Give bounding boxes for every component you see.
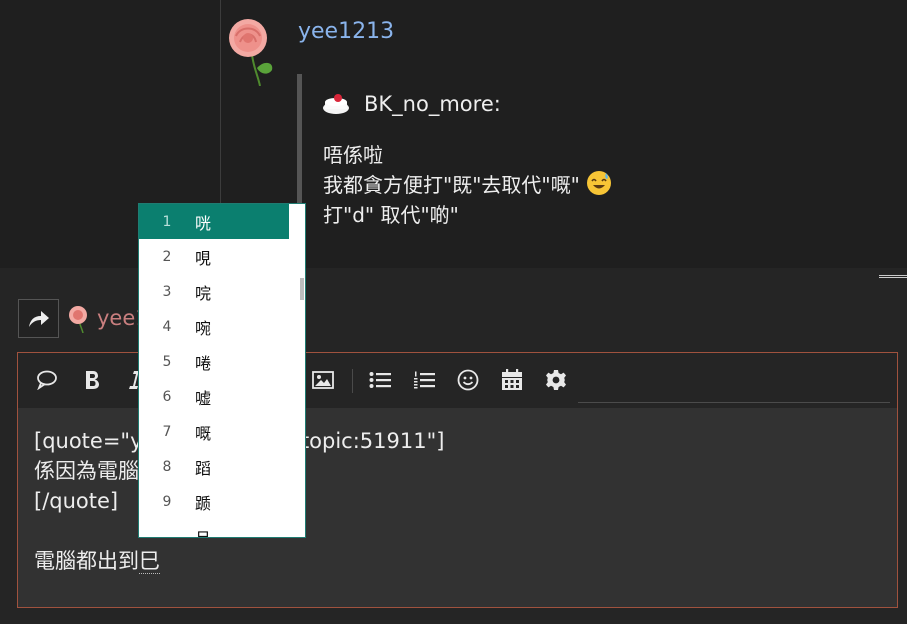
- numbered-list-icon: [414, 371, 435, 389]
- ime-candidate-char: 哯: [195, 248, 212, 268]
- reply-arrow-icon: [28, 310, 49, 327]
- ime-candidate[interactable]: 呂: [139, 519, 289, 538]
- smiley-icon: [457, 369, 479, 391]
- ime-candidate-window: 1咣2哯3唍4啘5啳6嘘7嘅8蹈9踬呂: [138, 203, 306, 538]
- options-button[interactable]: [543, 367, 569, 393]
- bullet-list-icon: [369, 372, 391, 388]
- bold-button[interactable]: [79, 367, 105, 393]
- ime-candidate[interactable]: 5啳: [139, 344, 289, 379]
- sweat-smile-emoji-icon: [587, 171, 612, 195]
- ime-candidate-number: 8: [162, 458, 172, 475]
- ime-candidate[interactable]: 9踬: [139, 484, 289, 519]
- quote-line: 唔係啦: [323, 143, 383, 167]
- ime-candidate-number: 3: [162, 283, 172, 300]
- ime-candidate-char: 啘: [195, 318, 212, 338]
- ime-candidate[interactable]: 7嘅: [139, 414, 289, 449]
- quote-author: BK_no_more:: [364, 92, 501, 116]
- gear-icon: [546, 370, 566, 390]
- post-username[interactable]: yee1213: [298, 19, 394, 44]
- quote-body: 唔係啦 我都貪方便打"既"去取代"嘅" 打"d" 取代"啲": [323, 140, 612, 230]
- quote-line: 打"d" 取代"啲": [323, 203, 459, 227]
- ime-candidate-number: 1: [162, 213, 172, 230]
- ime-composition: 巳: [139, 549, 160, 574]
- quote-button[interactable]: [34, 367, 60, 393]
- ime-candidate-char: 咣: [195, 213, 212, 233]
- quote-line-text: 我都貪方便打"既"去取代"嘅": [323, 173, 580, 197]
- image-button[interactable]: [310, 367, 336, 393]
- quote-block: BK_no_more: 唔係啦 我都貪方便打"既"去取代"嘅" 打"d" 取代"…: [297, 74, 902, 236]
- chat-bubble-icon: [37, 370, 57, 390]
- ime-candidate[interactable]: 4啘: [139, 309, 289, 344]
- thread-line: [220, 0, 221, 215]
- bullet-list-button[interactable]: [367, 367, 393, 393]
- ime-candidate-char: 踬: [195, 493, 212, 513]
- bold-icon: [86, 371, 99, 389]
- ime-candidate-char: 唍: [195, 283, 212, 303]
- image-icon: [312, 371, 334, 389]
- ime-candidate-char: 嘅: [195, 423, 212, 443]
- ime-candidate[interactable]: 2哯: [139, 239, 289, 274]
- quote-line: 我都貪方便打"既"去取代"嘅": [323, 170, 612, 200]
- ime-candidate[interactable]: 6嘘: [139, 379, 289, 414]
- separator: [879, 275, 907, 278]
- calendar-icon: [502, 369, 522, 390]
- ime-candidate[interactable]: 1咣: [139, 204, 289, 239]
- ime-candidate-char: 蹈: [195, 458, 212, 478]
- ime-candidate-number: 9: [162, 493, 172, 510]
- numbered-list-button[interactable]: [411, 367, 437, 393]
- editor-line: 電腦都出到巳: [34, 546, 444, 576]
- ime-candidate[interactable]: 8蹈: [139, 449, 289, 484]
- ime-candidate[interactable]: 3唍: [139, 274, 289, 309]
- toolbar-divider: [352, 369, 353, 393]
- reply-avatar: [69, 306, 87, 333]
- ime-candidate-char: 嘘: [195, 388, 212, 408]
- ime-candidate-number: 2: [162, 248, 172, 265]
- ime-scroll-thumb[interactable]: [300, 278, 304, 300]
- quote-header: BK_no_more:: [322, 92, 501, 116]
- ime-candidate-number: 4: [162, 318, 172, 335]
- ime-candidate-char: 呂: [195, 528, 212, 538]
- editor-line-text: 電腦都出到: [34, 549, 139, 573]
- ime-scrollbar[interactable]: [301, 204, 305, 537]
- ime-candidate-number: 5: [162, 353, 172, 370]
- ime-candidate-char: 啳: [195, 353, 212, 373]
- cake-avatar-icon[interactable]: [322, 93, 350, 115]
- ime-candidate-number: 7: [162, 423, 172, 440]
- ime-candidate-number: 6: [162, 388, 172, 405]
- reply-arrow-button[interactable]: [18, 299, 59, 338]
- avatar[interactable]: [222, 16, 278, 86]
- date-button[interactable]: [499, 367, 525, 393]
- emoji-button[interactable]: [455, 367, 481, 393]
- toolbar-underline: [578, 402, 890, 403]
